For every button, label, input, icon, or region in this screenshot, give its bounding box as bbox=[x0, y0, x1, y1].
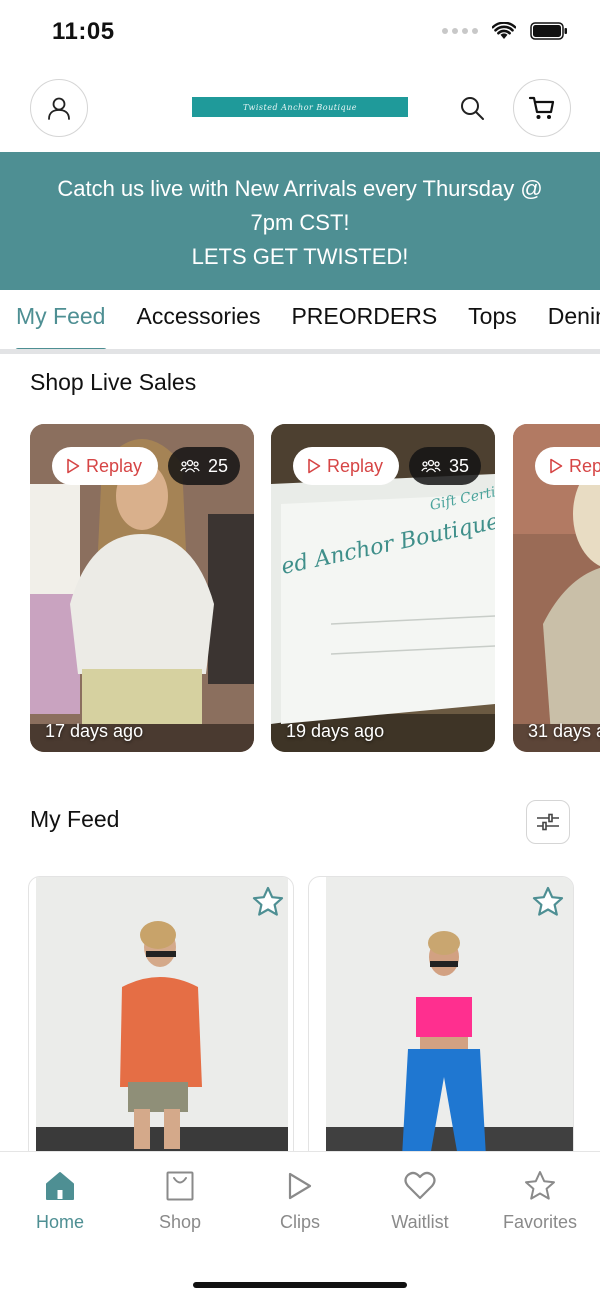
replay-label: Replay bbox=[569, 455, 600, 476]
star-icon bbox=[525, 1171, 555, 1200]
live-sale-time: 31 days ago bbox=[528, 721, 600, 741]
favorite-button[interactable] bbox=[251, 885, 285, 924]
replay-label: Replay bbox=[327, 455, 384, 476]
nav-home[interactable]: Home bbox=[0, 1168, 120, 1233]
shopping-bag-icon bbox=[166, 1171, 194, 1201]
nav-favorites-label: Favorites bbox=[502, 1212, 578, 1232]
tab-preorders[interactable]: PREORDERS bbox=[275, 290, 452, 349]
replay-label: Replay bbox=[86, 455, 143, 476]
live-sales-title: Shop Live Sales bbox=[30, 369, 197, 395]
logo-text: Twisted Anchor Boutique bbox=[242, 102, 358, 112]
cellular-signal-icon bbox=[442, 28, 478, 34]
user-icon bbox=[48, 97, 70, 120]
wifi-icon bbox=[492, 22, 516, 39]
tab-accessories[interactable]: Accessories bbox=[120, 290, 275, 349]
favorite-button[interactable] bbox=[531, 885, 565, 924]
live-sale-time: 17 days ago bbox=[45, 721, 144, 741]
app-header: Twisted Anchor Boutique bbox=[0, 66, 600, 152]
nav-shop-label: Shop bbox=[158, 1212, 202, 1232]
banner-line-2: 7pm CST! bbox=[250, 210, 350, 235]
nav-home-label: Home bbox=[35, 1212, 84, 1232]
viewers-icon bbox=[180, 459, 200, 473]
account-button[interactable] bbox=[30, 79, 88, 137]
nav-clips-label: Clips bbox=[279, 1212, 320, 1232]
product-card[interactable] bbox=[28, 876, 294, 1176]
star-icon bbox=[532, 886, 564, 916]
status-bar: 11:05 bbox=[0, 0, 600, 66]
viewer-count-badge: 35 bbox=[409, 447, 482, 485]
nav-favorites[interactable]: Favorites bbox=[480, 1168, 600, 1233]
play-icon bbox=[288, 1172, 312, 1200]
banner-line-3: LETS GET TWISTED! bbox=[191, 244, 409, 269]
tab-my-feed[interactable]: My Feed bbox=[0, 290, 120, 349]
brand-logo[interactable]: Twisted Anchor Boutique bbox=[192, 97, 408, 117]
viewer-count-badge: 25 bbox=[168, 447, 241, 485]
heart-icon bbox=[404, 1171, 436, 1200]
product-card[interactable] bbox=[308, 876, 574, 1176]
filter-button[interactable] bbox=[526, 800, 570, 844]
cart-icon bbox=[528, 96, 555, 119]
replay-badge[interactable]: Replay bbox=[293, 447, 400, 485]
viewers-icon bbox=[421, 459, 441, 473]
sliders-icon bbox=[537, 813, 559, 831]
search-icon bbox=[461, 97, 484, 120]
live-sale-card[interactable]: ed Anchor Boutique Gift Certif Replay 35… bbox=[271, 424, 495, 752]
viewer-count: 35 bbox=[449, 455, 470, 476]
live-sale-card[interactable]: Replay 31 days ago bbox=[513, 424, 600, 752]
live-sale-card[interactable]: Replay 25 17 days ago bbox=[30, 424, 254, 752]
nav-shop[interactable]: Shop bbox=[120, 1168, 240, 1233]
tab-tops[interactable]: Tops bbox=[452, 290, 532, 349]
category-tabs: My Feed Accessories PREORDERS Tops Denim bbox=[0, 290, 600, 354]
feed-title: My Feed bbox=[30, 806, 120, 832]
status-icons bbox=[442, 22, 568, 40]
star-icon bbox=[252, 886, 284, 916]
play-icon bbox=[67, 458, 80, 474]
live-sales-carousel[interactable]: Replay 25 17 days ago ed Anchor Boutique… bbox=[0, 424, 600, 754]
home-icon bbox=[46, 1172, 74, 1200]
cart-button[interactable] bbox=[513, 79, 571, 137]
home-indicator[interactable] bbox=[193, 1282, 407, 1288]
tab-denim[interactable]: Denim bbox=[532, 290, 600, 349]
live-sale-time: 19 days ago bbox=[286, 721, 385, 741]
replay-badge[interactable]: Replay bbox=[52, 447, 159, 485]
bottom-navigation: Home Shop Clips Waitlist Favorites bbox=[0, 1151, 600, 1299]
play-icon bbox=[308, 458, 321, 474]
play-icon bbox=[550, 458, 563, 474]
replay-badge[interactable]: Replay bbox=[535, 447, 600, 485]
status-time: 11:05 bbox=[52, 18, 115, 45]
search-button[interactable] bbox=[456, 92, 488, 124]
battery-icon bbox=[530, 22, 567, 40]
banner-line-1: Catch us live with New Arrivals every Th… bbox=[57, 176, 543, 201]
nav-waitlist-label: Waitlist bbox=[391, 1212, 449, 1232]
nav-waitlist[interactable]: Waitlist bbox=[360, 1168, 480, 1233]
viewer-count: 25 bbox=[208, 455, 229, 476]
announcement-banner: Catch us live with New Arrivals every Th… bbox=[0, 152, 600, 290]
nav-clips[interactable]: Clips bbox=[240, 1168, 360, 1233]
